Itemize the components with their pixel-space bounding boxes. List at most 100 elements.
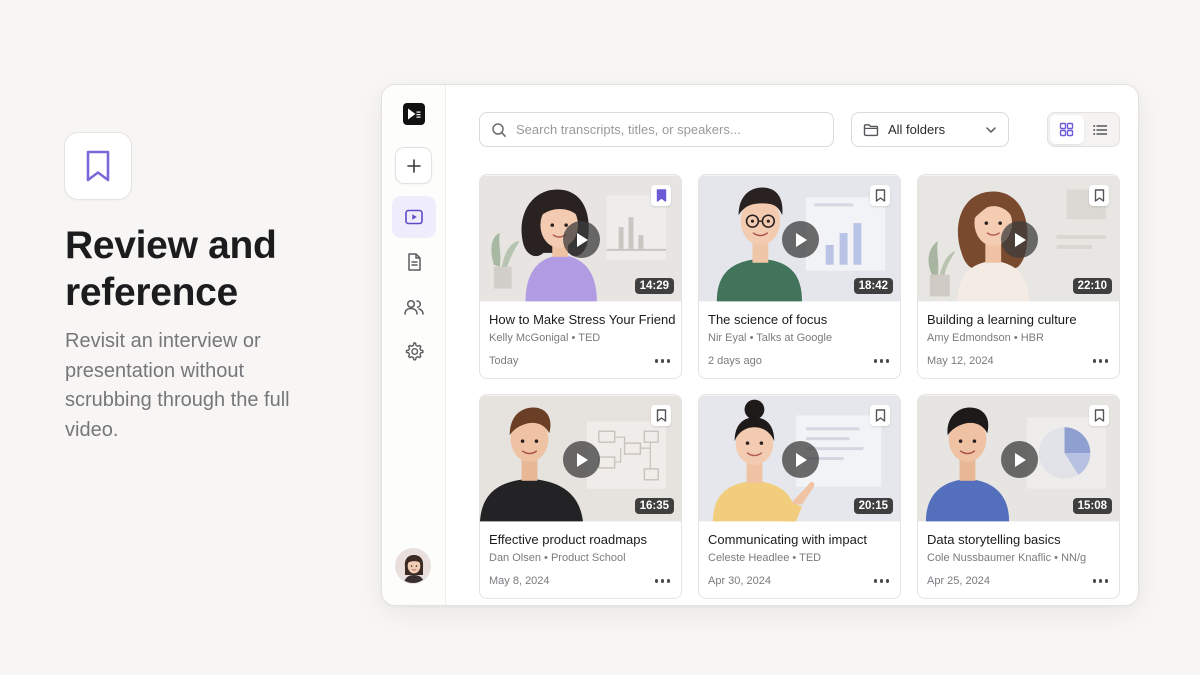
- play-button[interactable]: [563, 441, 600, 478]
- video-card[interactable]: 16:35 Effective product roadmaps Dan Ols…: [479, 394, 682, 599]
- video-title: Data storytelling basics: [927, 532, 1061, 547]
- user-avatar[interactable]: [395, 548, 431, 584]
- search-input[interactable]: [516, 122, 816, 137]
- video-speaker: Nir Eyal: [708, 332, 747, 344]
- video-duration: 14:29: [634, 278, 674, 294]
- video-thumbnail[interactable]: 18:42: [699, 175, 900, 302]
- video-title: Communicating with impact: [708, 532, 867, 547]
- view-toggle: [1047, 112, 1120, 147]
- video-card[interactable]: 14:29 How to Make Stress Your Friend Kel…: [479, 174, 682, 379]
- bookmark-button[interactable]: [870, 405, 890, 426]
- more-options-icon: [654, 359, 659, 363]
- video-card[interactable]: 22:10 Building a learning culture Amy Ed…: [917, 174, 1120, 379]
- video-speaker-source: Dan Olsen • Product School: [489, 552, 626, 564]
- video-speaker: Dan Olsen: [489, 552, 541, 564]
- play-icon: [795, 452, 807, 467]
- bookmark-icon: [875, 409, 885, 422]
- plus-icon: [406, 158, 421, 173]
- video-speaker: Kelly McGonigal: [489, 332, 569, 344]
- more-options-button[interactable]: [872, 356, 891, 365]
- video-title: Building a learning culture: [927, 312, 1077, 327]
- bookmark-button[interactable]: [1089, 185, 1109, 206]
- folder-filter-dropdown[interactable]: All folders: [851, 112, 1009, 147]
- search-icon: [492, 122, 506, 137]
- video-thumbnail[interactable]: 15:08: [918, 395, 1119, 522]
- more-options-button[interactable]: [653, 356, 672, 365]
- bookmark-button[interactable]: [1089, 405, 1109, 426]
- avatar-image: [396, 549, 430, 583]
- video-speaker-source: Kelly McGonigal • TED: [489, 332, 601, 344]
- video-speaker-source: Amy Edmondson • HBR: [927, 332, 1044, 344]
- video-title: Effective product roadmaps: [489, 532, 648, 547]
- video-card[interactable]: 15:08 Data storytelling basics Cole Nuss…: [917, 394, 1120, 599]
- video-card[interactable]: 18:42 The science of focus Nir Eyal • Ta…: [698, 174, 901, 379]
- video-speaker: Celeste Headlee: [708, 552, 790, 564]
- sidebar-item-settings[interactable]: [395, 332, 432, 369]
- app-logo[interactable]: [403, 103, 425, 125]
- grid-view-button[interactable]: [1050, 115, 1084, 144]
- main-content: All folders: [446, 85, 1138, 605]
- bookmark-button[interactable]: [651, 185, 671, 206]
- play-icon: [576, 232, 588, 247]
- play-icon: [1014, 232, 1026, 247]
- play-button[interactable]: [782, 441, 819, 478]
- play-icon: [1014, 452, 1026, 467]
- play-icon: [795, 232, 807, 247]
- play-icon: [576, 452, 588, 467]
- more-options-icon: [1092, 579, 1097, 583]
- video-duration: 20:15: [853, 498, 893, 514]
- more-options-icon: [873, 579, 878, 583]
- new-item-button[interactable]: [395, 147, 432, 184]
- more-options-button[interactable]: [1091, 576, 1110, 585]
- video-duration: 16:35: [634, 498, 674, 514]
- play-button[interactable]: [563, 221, 600, 258]
- video-speaker-source: Celeste Headlee • TED: [708, 552, 822, 564]
- bookmark-icon: [1094, 409, 1104, 422]
- video-title: The science of focus: [708, 312, 828, 327]
- hero-description: Revisit an interview or presentation wit…: [65, 330, 290, 441]
- bookmark-button[interactable]: [870, 185, 890, 206]
- bookmark-button[interactable]: [651, 405, 671, 426]
- video-speaker-source: Nir Eyal • Talks at Google: [708, 332, 833, 344]
- video-duration: 22:10: [1072, 278, 1112, 294]
- list-view-button[interactable]: [1084, 115, 1118, 144]
- logo-icon: [408, 108, 421, 120]
- video-source: TED: [578, 332, 601, 344]
- video-source: Product School: [550, 552, 626, 564]
- video-source: Talks at Google: [756, 332, 833, 344]
- sidebar-item-people[interactable]: [395, 288, 432, 325]
- video-date: Today: [489, 355, 519, 367]
- video-date: Apr 25, 2024: [927, 575, 990, 587]
- video-speaker-source: Cole Nussbaumer Knaflic • NN/g: [927, 552, 1087, 564]
- gear-icon: [405, 341, 424, 360]
- video-date: May 12, 2024: [927, 355, 994, 367]
- document-icon: [407, 252, 421, 271]
- sidebar-item-videos[interactable]: [392, 196, 436, 238]
- bookmark-icon: [875, 189, 885, 202]
- folder-filter-label: All folders: [888, 122, 946, 137]
- video-card[interactable]: 20:15 Communicating with impact Celeste …: [698, 394, 901, 599]
- more-options-button[interactable]: [872, 576, 891, 585]
- video-date: 2 days ago: [708, 355, 762, 367]
- folder-icon: [863, 123, 879, 136]
- more-options-button[interactable]: [1091, 356, 1110, 365]
- video-thumbnail[interactable]: 16:35: [480, 395, 681, 522]
- list-icon: [1093, 124, 1108, 135]
- video-thumbnail[interactable]: 22:10: [918, 175, 1119, 302]
- video-thumbnail[interactable]: 14:29: [480, 175, 681, 302]
- more-options-icon: [873, 359, 878, 363]
- search-bar[interactable]: [479, 112, 834, 147]
- play-button[interactable]: [1001, 441, 1038, 478]
- bookmark-icon: [86, 150, 110, 182]
- video-speaker: Amy Edmondson: [927, 332, 1011, 344]
- video-date: Apr 30, 2024: [708, 575, 771, 587]
- sidebar-item-documents[interactable]: [395, 243, 432, 280]
- chevron-down-icon: [986, 126, 996, 133]
- video-speaker: Cole Nussbaumer Knaflic: [927, 552, 1052, 564]
- video-duration: 18:42: [853, 278, 893, 294]
- more-options-button[interactable]: [653, 576, 672, 585]
- play-button[interactable]: [1001, 221, 1038, 258]
- play-button[interactable]: [782, 221, 819, 258]
- video-thumbnail[interactable]: 20:15: [699, 395, 900, 522]
- more-options-icon: [654, 579, 659, 583]
